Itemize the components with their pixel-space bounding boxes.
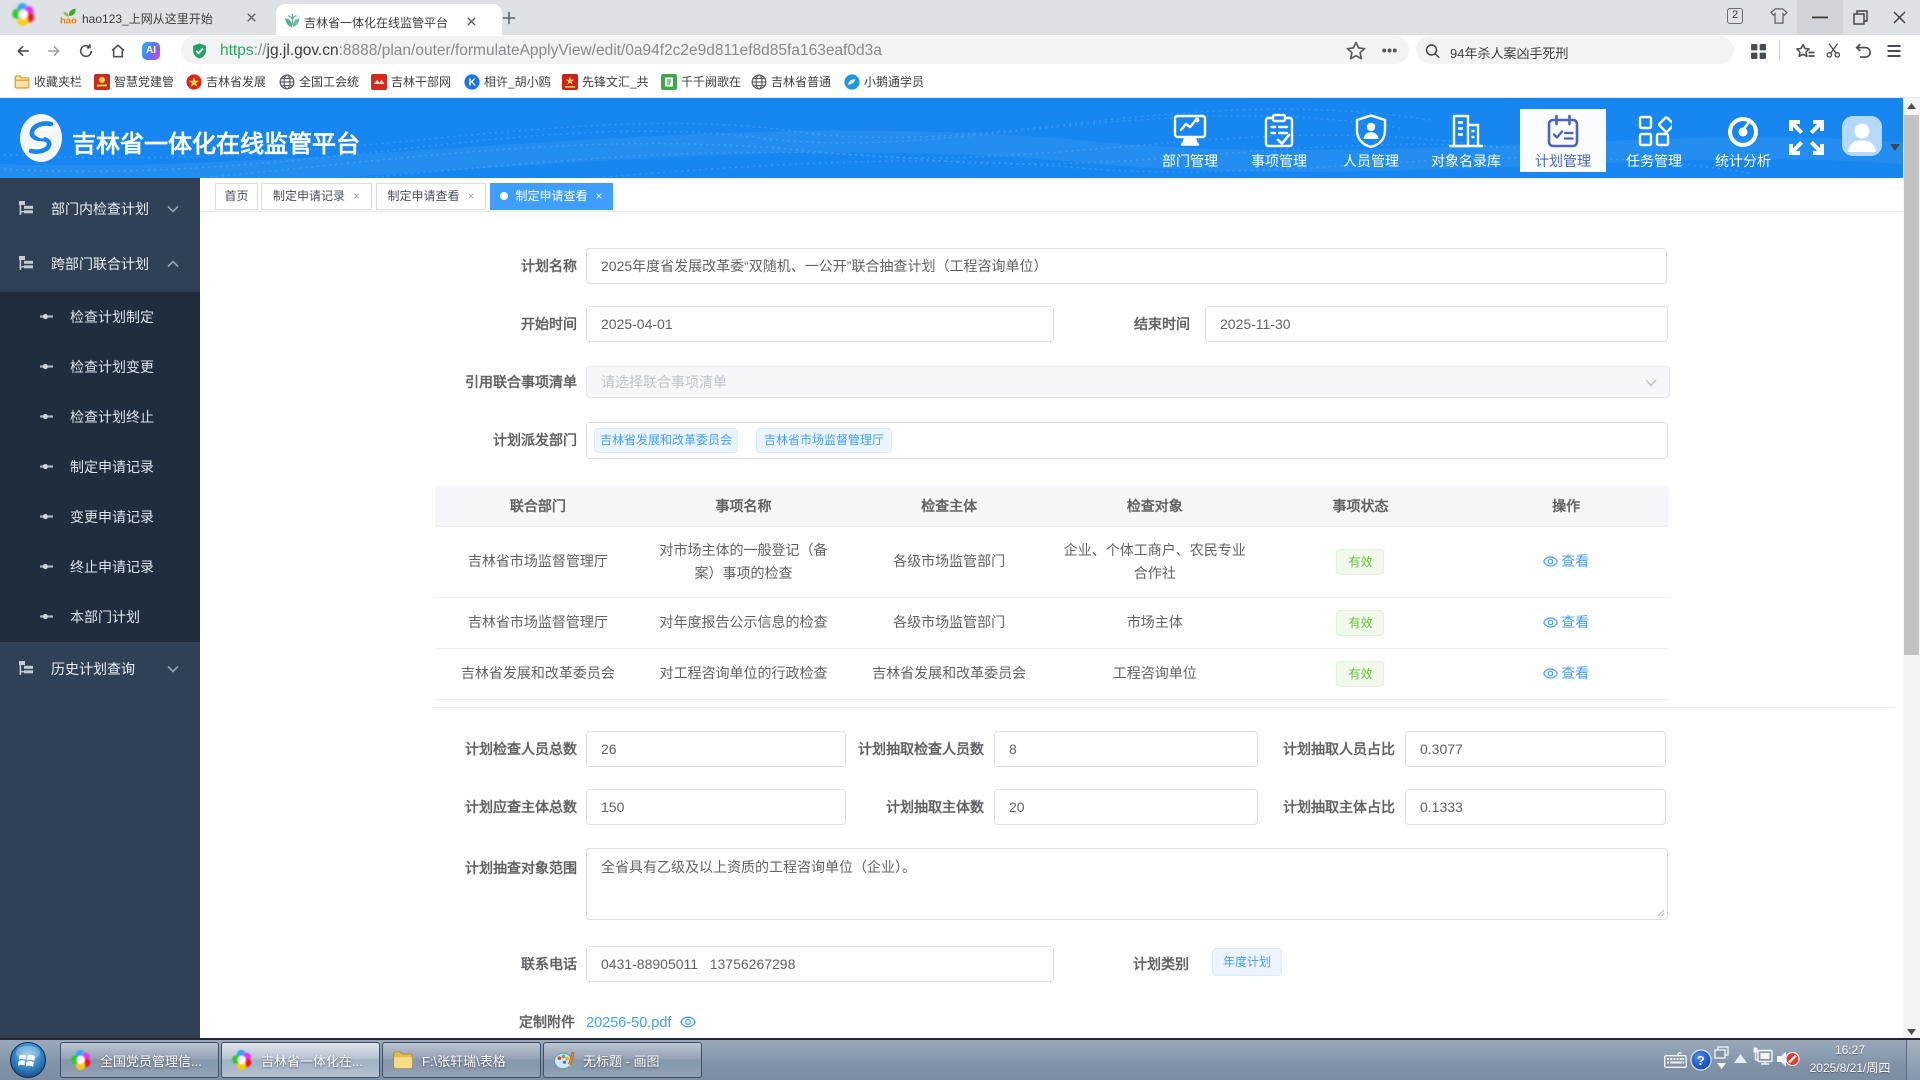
svg-text:?: ?: [1697, 1053, 1705, 1068]
svg-text:K: K: [469, 77, 477, 88]
svg-text:hao: hao: [60, 16, 77, 26]
